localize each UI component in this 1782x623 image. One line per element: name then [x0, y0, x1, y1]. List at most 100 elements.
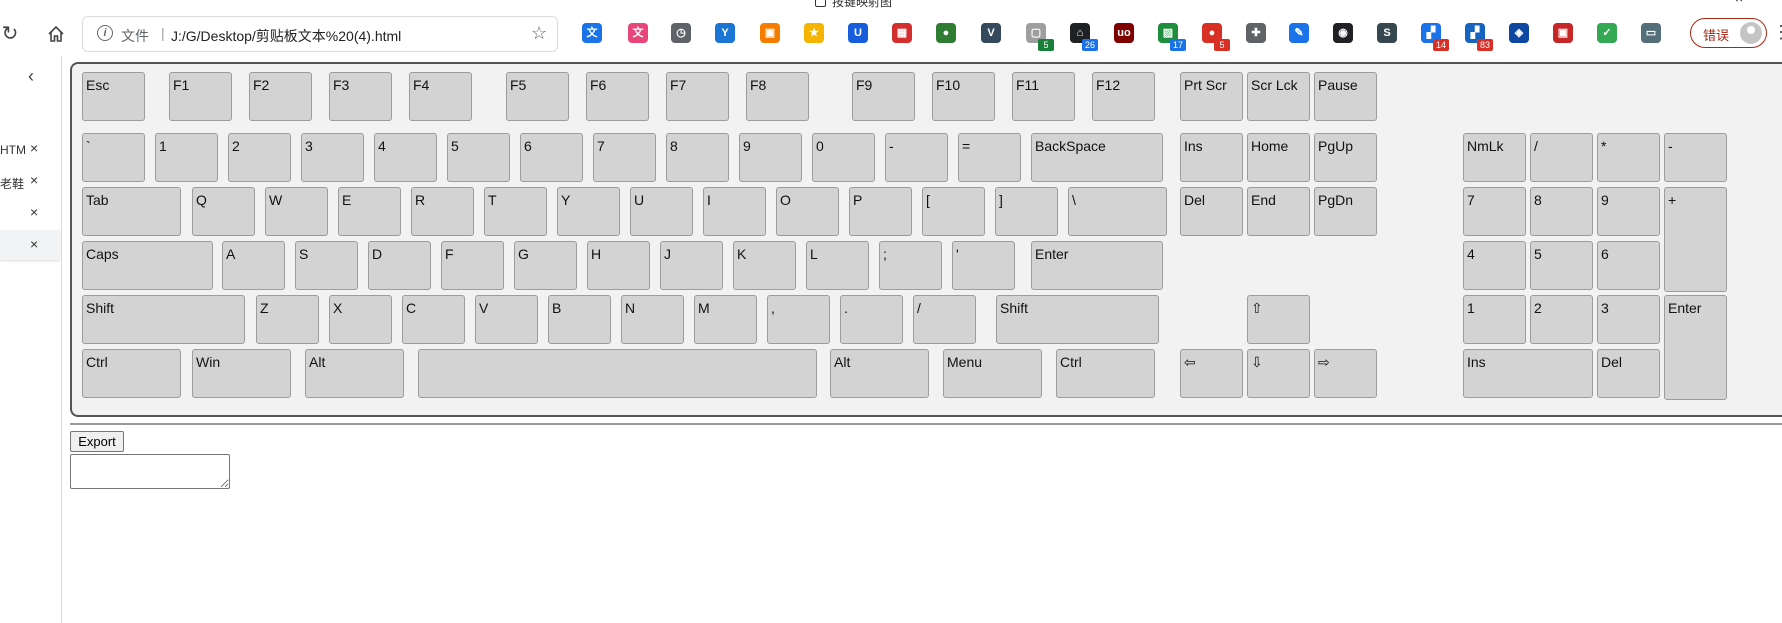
key[interactable]: 2	[228, 133, 291, 182]
ext-blocks-icon[interactable]: ▞ 14	[1421, 23, 1449, 51]
key[interactable]: 7	[1463, 187, 1526, 236]
key[interactable]: 3	[301, 133, 364, 182]
key[interactable]: `	[82, 133, 145, 182]
key[interactable]: T	[484, 187, 547, 236]
key[interactable]: 5	[447, 133, 510, 182]
clock-icon[interactable]: ◷	[671, 23, 691, 43]
key[interactable]: *	[1597, 133, 1660, 182]
key[interactable]: F1	[169, 72, 232, 121]
key[interactable]: F5	[506, 72, 569, 121]
key[interactable]: Ins	[1180, 133, 1243, 182]
key[interactable]: NmLk	[1463, 133, 1526, 182]
profile-button[interactable]: 错误	[1690, 18, 1767, 48]
bitwarden-icon[interactable]: U	[848, 23, 868, 43]
ext-pink-icon[interactable]: 文	[628, 23, 648, 43]
key[interactable]: Shift	[996, 295, 1159, 344]
key[interactable]: End	[1247, 187, 1310, 236]
key[interactable]: F12	[1092, 72, 1155, 121]
key[interactable]: E	[338, 187, 401, 236]
key[interactable]: .	[840, 295, 903, 344]
ext-dark-icon[interactable]: ◉	[1333, 23, 1353, 43]
reload-icon[interactable]: ↻	[0, 22, 22, 46]
key[interactable]: Q	[192, 187, 255, 236]
key[interactable]: F11	[1012, 72, 1075, 121]
key[interactable]: S	[295, 241, 358, 290]
key[interactable]: ;	[879, 241, 942, 290]
ext-red-icon[interactable]: ● 5	[1202, 23, 1230, 51]
ext-check-icon[interactable]: ✓	[1597, 23, 1617, 43]
key[interactable]: 9	[1597, 187, 1660, 236]
key[interactable]: 2	[1530, 295, 1593, 344]
key[interactable]: 4	[1463, 241, 1526, 290]
close-icon[interactable]: ×	[30, 204, 38, 220]
key[interactable]: L	[806, 241, 869, 290]
key[interactable]: F8	[746, 72, 809, 121]
export-textarea[interactable]	[70, 454, 230, 489]
key[interactable]: ⇩	[1247, 349, 1310, 398]
key[interactable]: 5	[1530, 241, 1593, 290]
key[interactable]: Menu	[943, 349, 1042, 398]
key[interactable]: W	[265, 187, 328, 236]
key[interactable]: ,	[767, 295, 830, 344]
close-icon[interactable]: ×	[30, 236, 38, 252]
close-icon[interactable]: ×	[30, 140, 38, 156]
key[interactable]: ]	[995, 187, 1058, 236]
key[interactable]: Enter	[1664, 295, 1727, 400]
side-panel-item-active[interactable]: ×	[0, 230, 60, 260]
key[interactable]: PgDn	[1314, 187, 1377, 236]
key[interactable]: Win	[192, 349, 291, 398]
key[interactable]: A	[222, 241, 285, 290]
key[interactable]: 1	[1463, 295, 1526, 344]
key[interactable]: Z	[256, 295, 319, 344]
ext-dashed-icon[interactable]: ▢ 5	[1026, 23, 1054, 51]
ext-lock-icon[interactable]: ⌂ 26	[1070, 23, 1098, 51]
key[interactable]: Scr Lck	[1247, 72, 1310, 121]
key[interactable]: 6	[1597, 241, 1660, 290]
key[interactable]: 8	[1530, 187, 1593, 236]
info-icon[interactable]: i	[97, 25, 113, 41]
key[interactable]: 8	[666, 133, 729, 182]
key[interactable]: F10	[932, 72, 995, 121]
key[interactable]: '	[952, 241, 1015, 290]
key[interactable]: =	[958, 133, 1021, 182]
key[interactable]: Shift	[82, 295, 245, 344]
chevron-left-icon[interactable]: ‹	[28, 66, 34, 87]
key[interactable]: J	[660, 241, 723, 290]
ext-image-icon[interactable]: ▨ 17	[1158, 23, 1186, 51]
close-icon[interactable]: ×	[30, 172, 38, 188]
ext-screen-icon[interactable]: ▭	[1641, 23, 1661, 43]
key[interactable]: Ins	[1463, 349, 1593, 398]
key[interactable]: X	[329, 295, 392, 344]
ext-grid-icon[interactable]: ▦	[892, 23, 912, 43]
key[interactable]: Enter	[1031, 241, 1163, 290]
key[interactable]: /	[1530, 133, 1593, 182]
ext-y-icon[interactable]: Y	[715, 23, 735, 43]
key[interactable]: 0	[812, 133, 875, 182]
window-close-button[interactable]: ×	[1735, 0, 1743, 6]
key[interactable]: C	[402, 295, 465, 344]
menu-icon[interactable]: ⋮	[1772, 22, 1782, 43]
key[interactable]: H	[587, 241, 650, 290]
key[interactable]: Del	[1597, 349, 1660, 398]
key[interactable]: I	[703, 187, 766, 236]
side-panel-item[interactable]: 老鞋 ×	[0, 166, 60, 196]
side-panel-item[interactable]: ×	[0, 198, 60, 228]
puzzle-icon[interactable]: ✚	[1246, 23, 1266, 43]
key[interactable]: Alt	[830, 349, 929, 398]
key[interactable]: Del	[1180, 187, 1243, 236]
key[interactable]: 1	[155, 133, 218, 182]
ublock-icon[interactable]: uo	[1114, 23, 1134, 43]
key[interactable]: 7	[593, 133, 656, 182]
key[interactable]: F2	[249, 72, 312, 121]
key[interactable]: M	[694, 295, 757, 344]
key[interactable]: 9	[739, 133, 802, 182]
key[interactable]: Caps	[82, 241, 213, 290]
key[interactable]: O	[776, 187, 839, 236]
key[interactable]: Prt Scr	[1180, 72, 1243, 121]
key[interactable]: 6	[520, 133, 583, 182]
key[interactable]: PgUp	[1314, 133, 1377, 182]
key[interactable]: +	[1664, 187, 1727, 292]
translate-icon[interactable]: 文	[582, 23, 602, 43]
key[interactable]: [	[922, 187, 985, 236]
key[interactable]: N	[621, 295, 684, 344]
